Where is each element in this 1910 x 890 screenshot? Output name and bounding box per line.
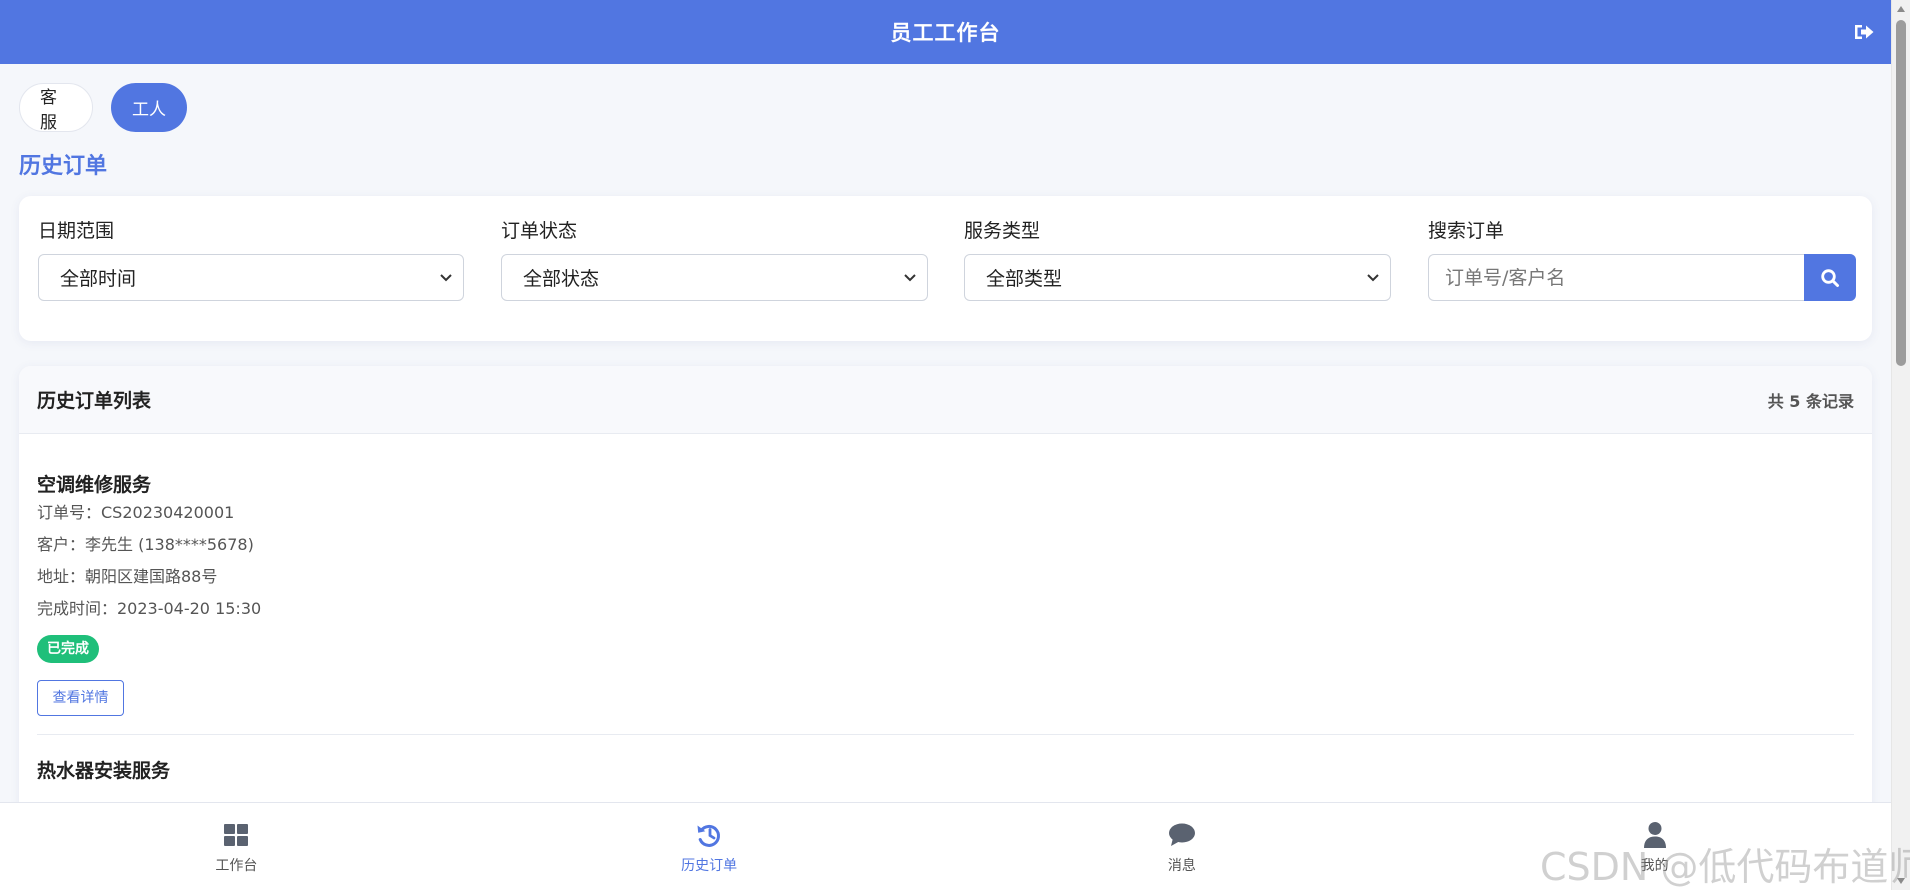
order-address: 地址：朝阳区建国路88号: [37, 567, 218, 586]
logout-button[interactable]: [1851, 20, 1877, 44]
order-search-filter: 搜索订单: [1428, 218, 1856, 301]
date-range-filter: 日期范围 全部时间: [38, 218, 464, 301]
order-status-label: 订单状态: [501, 220, 578, 242]
scroll-down-icon[interactable]: [1897, 878, 1905, 884]
page-title: 员工工作台: [890, 21, 1001, 45]
nav-item-dashboard[interactable]: 工作台: [0, 803, 473, 890]
nav-item-messages[interactable]: 消息: [946, 803, 1419, 890]
dashboard-icon: [222, 821, 250, 849]
order-title: 空调维修服务: [37, 474, 152, 496]
nav-item-history[interactable]: 历史订单: [473, 803, 946, 890]
sign-out-icon: [1855, 25, 1874, 39]
order-customer: 客户：李先生 (138****5678): [37, 535, 254, 554]
role-toggle: 客服 工人: [19, 83, 187, 133]
order-item: 热水器安装服务: [19, 735, 1872, 783]
chevron-down-icon: [1367, 273, 1379, 281]
date-range-label: 日期范围: [38, 220, 115, 242]
page-scrollbar[interactable]: [1891, 0, 1910, 890]
nav-label: 我的: [1640, 858, 1669, 874]
role-worker-button[interactable]: 工人: [111, 83, 187, 132]
nav-label: 消息: [1167, 858, 1196, 874]
order-item-body: 空调维修服务 订单号：CS20230420001 客户：李先生 (138****…: [37, 434, 1854, 735]
filter-card: 日期范围 全部时间 订单状态 全部状态 服务类型 全部类型 搜索订单: [19, 196, 1872, 341]
record-count: 共 5 条记录: [1767, 391, 1854, 411]
nav-item-profile[interactable]: 我的: [1418, 803, 1891, 890]
top-header: 员工工作台: [0, 0, 1891, 64]
history-icon: [695, 821, 723, 849]
search-icon: [1821, 268, 1839, 287]
service-type-value: 全部类型: [986, 268, 1063, 290]
chevron-down-icon: [904, 273, 916, 281]
user-icon: [1641, 821, 1669, 849]
search-input[interactable]: [1428, 254, 1804, 301]
order-status-filter: 订单状态 全部状态: [501, 218, 928, 301]
date-range-value: 全部时间: [60, 268, 137, 290]
scroll-thumb[interactable]: [1896, 20, 1906, 366]
date-range-select[interactable]: 全部时间: [38, 254, 464, 301]
scroll-up-icon[interactable]: [1897, 6, 1905, 12]
chat-bubble-icon: [1168, 821, 1196, 849]
order-finish-time: 完成时间：2023-04-20 15:30: [37, 599, 262, 618]
order-status-value: 全部状态: [523, 268, 600, 290]
order-item: 空调维修服务 订单号：CS20230420001 客户：李先生 (138****…: [19, 434, 1872, 735]
order-title: 热水器安装服务: [37, 760, 171, 782]
chevron-down-icon: [440, 273, 452, 281]
search-group: [1428, 254, 1856, 301]
section-title: 历史订单: [19, 154, 108, 179]
search-button[interactable]: [1804, 254, 1856, 301]
nav-label: 历史订单: [681, 858, 738, 874]
service-type-label: 服务类型: [964, 220, 1041, 242]
service-type-select[interactable]: 全部类型: [964, 254, 1391, 301]
list-title: 历史订单列表: [37, 390, 152, 412]
bottom-nav: 工作台 历史订单 消息 我的: [0, 802, 1891, 890]
role-customer-service-button[interactable]: 客服: [19, 83, 93, 133]
order-number: 订单号：CS20230420001: [37, 503, 235, 522]
status-badge: 已完成: [37, 635, 99, 663]
order-search-label: 搜索订单: [1428, 220, 1505, 242]
order-status-select[interactable]: 全部状态: [501, 254, 928, 301]
list-header: 历史订单列表 共 5 条记录: [19, 366, 1872, 434]
service-type-filter: 服务类型 全部类型: [964, 218, 1391, 301]
nav-label: 工作台: [215, 858, 258, 874]
app-page: 员工工作台 客服 工人 历史订单 日期范围 全部时间 订单状态 全部状态 服务类…: [0, 0, 1910, 890]
view-details-button[interactable]: 查看详情: [37, 680, 124, 716]
